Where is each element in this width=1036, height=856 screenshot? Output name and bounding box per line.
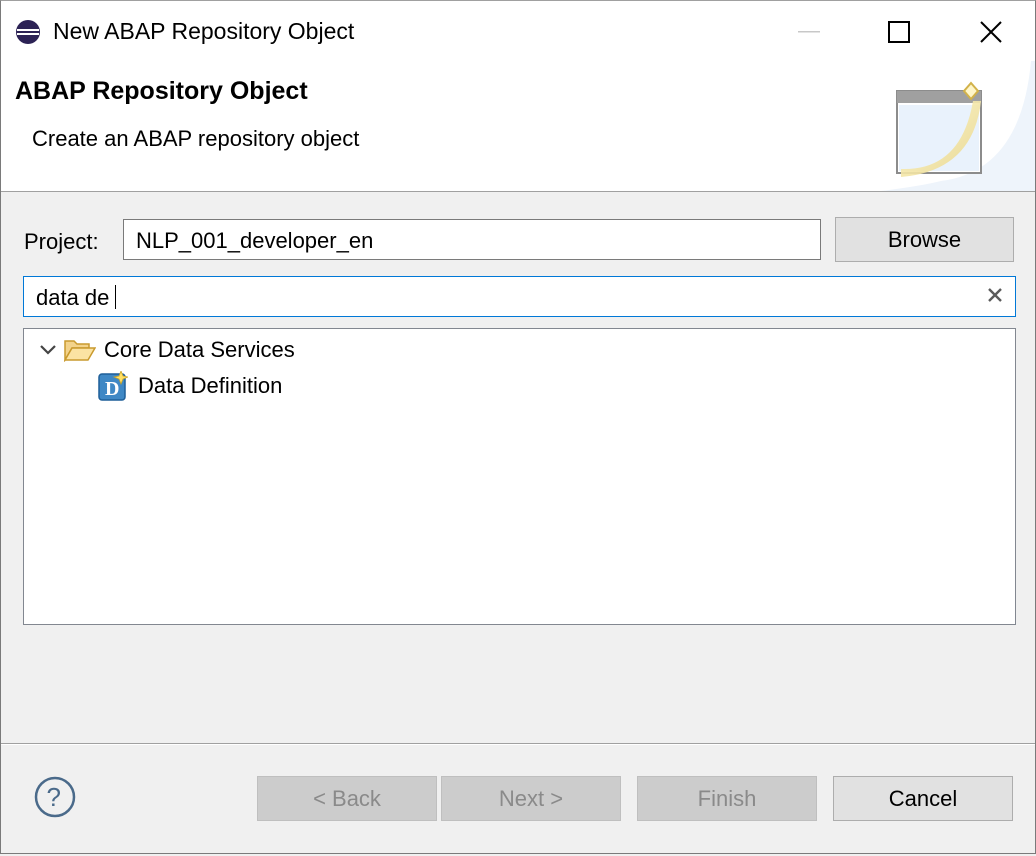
maximize-icon bbox=[888, 21, 910, 43]
folder-open-icon bbox=[64, 340, 96, 362]
maximize-button[interactable] bbox=[873, 11, 925, 53]
next-button[interactable]: Next > bbox=[441, 776, 621, 821]
filter-input[interactable]: data de bbox=[23, 276, 1016, 317]
help-icon[interactable]: ? bbox=[34, 776, 76, 818]
tree-item-label: Core Data Services bbox=[104, 337, 295, 362]
eclipse-icon bbox=[15, 19, 41, 45]
dialog-window: New ABAP Repository Object ABAP Reposito… bbox=[0, 0, 1036, 854]
minimize-icon bbox=[798, 31, 820, 33]
project-field[interactable]: NLP_001_developer_en bbox=[123, 219, 821, 260]
clear-icon[interactable] bbox=[985, 286, 1005, 306]
filter-input-value: data de bbox=[36, 285, 110, 310]
footer-divider-highlight bbox=[1, 744, 1035, 745]
cancel-button[interactable]: Cancel bbox=[833, 776, 1013, 821]
close-button[interactable] bbox=[965, 11, 1017, 53]
window-title: New ABAP Repository Object bbox=[53, 18, 355, 44]
page-title: ABAP Repository Object bbox=[15, 77, 308, 105]
page-description: Create an ABAP repository object bbox=[32, 126, 360, 151]
project-label: Project: bbox=[24, 229, 99, 254]
text-caret bbox=[115, 285, 116, 309]
object-type-tree[interactable]: Core Data Services D Data Definition bbox=[23, 328, 1016, 625]
title-bar: New ABAP Repository Object bbox=[1, 1, 1035, 61]
browse-button[interactable]: Browse bbox=[835, 217, 1014, 262]
tree-item-label: Data Definition bbox=[138, 373, 283, 398]
tree-item-core-data-services[interactable]: Core Data Services bbox=[38, 334, 295, 366]
finish-button[interactable]: Finish bbox=[637, 776, 817, 821]
minimize-button[interactable] bbox=[783, 11, 835, 53]
new-wizard-banner-icon bbox=[881, 61, 1035, 191]
back-button[interactable]: < Back bbox=[257, 776, 437, 821]
wizard-banner: ABAP Repository Object Create an ABAP re… bbox=[1, 61, 1035, 192]
data-definition-icon: D bbox=[98, 371, 128, 401]
svg-text:D: D bbox=[105, 378, 119, 400]
tree-item-data-definition[interactable]: D Data Definition bbox=[98, 370, 282, 402]
close-icon bbox=[980, 21, 1002, 43]
chevron-down-icon[interactable] bbox=[38, 340, 58, 360]
svg-text:?: ? bbox=[47, 782, 61, 812]
